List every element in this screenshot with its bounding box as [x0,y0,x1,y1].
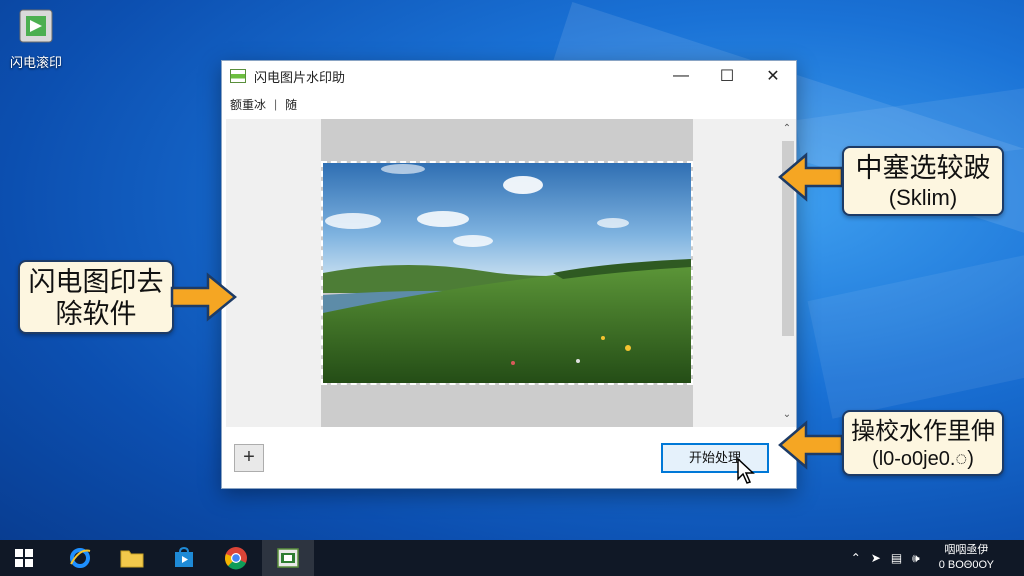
scroll-down-icon[interactable]: ⌄ [778,409,796,420]
callout-top-right-line1: 中塞选较跛 [855,153,991,183]
taskbar-watermark-app[interactable] [262,540,314,576]
callout-bottom-right: 操校水作里伸 (l0-o0je0.◌) [842,410,1004,476]
taskbar: ⌃ ➤ ▤ 🕪 咽咽亟伊 0 ΒΟΘ0ΟΥ [0,540,1024,576]
system-tray: ⌃ ➤ ▤ 🕪 咽咽亟伊 0 ΒΟΘ0ΟΥ [846,540,994,576]
action-bar: + 开始处理 [222,427,796,489]
workspace-area: ⌃ ⌄ [226,119,796,427]
callout-bottom-right-line1: 操校水作里伸 [851,418,995,445]
network-icon[interactable]: ➤ [871,551,881,565]
callout-top-right: 中塞选较跛 (Sklim) [842,146,1004,216]
keyboard-icon[interactable]: ▤ [891,551,902,565]
system-clock[interactable]: 咽咽亟伊 0 ΒΟΘ0ΟΥ [939,543,994,573]
volume-icon[interactable]: 🕪 [912,551,920,566]
desktop-icon-label: 闪电滚印 [9,55,62,70]
maximize-button[interactable]: ☐ [704,61,750,91]
callout-left: 闪电图印去 除软件 [18,260,174,334]
app-window: 闪电图片水印助 — ☐ ✕ 额重冰 | 随 ⌃ ⌄ + 开始处理 [221,60,797,489]
arrow-left-icon [778,420,844,470]
folder-icon [120,550,144,568]
menu-bar: 额重冰 | 随 [222,91,796,117]
desktop-app-shortcut[interactable]: 闪电滚印 [4,4,68,76]
store-icon [175,547,193,567]
title-bar[interactable]: 闪电图片水印助 — ☐ ✕ [222,61,796,91]
scroll-up-icon[interactable]: ⌃ [778,123,796,134]
watermark-app-icon [277,548,299,568]
app-icon [230,69,246,83]
arrow-right-icon [170,272,237,322]
callout-left-line1: 闪电图印去 [28,267,164,297]
windows-logo-icon [15,549,33,567]
clock-time: 咽咽亟伊 [944,544,989,556]
callout-bottom-right-line2: (l0-o0je0.◌) [872,448,974,470]
menu-separator: | [274,97,278,111]
minimize-button[interactable]: — [658,61,704,91]
callout-left-line2: 除软件 [55,299,137,329]
arrow-left-icon [778,152,844,202]
taskbar-file-explorer[interactable] [106,540,158,576]
landscape-image[interactable] [321,161,693,385]
start-button[interactable] [0,540,48,576]
lightning-app-icon [16,6,56,46]
callout-top-right-line2: (Sklim) [888,185,958,210]
taskbar-ie[interactable] [54,540,106,576]
clock-date: 0 ΒΟΘ0ΟΥ [938,559,994,571]
internet-explorer-icon [70,548,91,568]
chevron-up-icon[interactable]: ⌃ [851,551,861,565]
taskbar-store[interactable] [158,540,210,576]
menu-item-1[interactable]: 额重冰 [230,96,266,113]
image-preview-pane [321,119,693,427]
add-image-button[interactable]: + [234,444,264,472]
mouse-pointer-icon [736,457,756,490]
menu-item-2[interactable]: 随 [285,96,297,113]
taskbar-chrome[interactable] [210,540,262,576]
wallpaper-beam [807,247,1024,419]
close-button[interactable]: ✕ [750,61,796,91]
chrome-icon [225,547,247,570]
window-title: 闪电图片水印助 [254,69,346,85]
